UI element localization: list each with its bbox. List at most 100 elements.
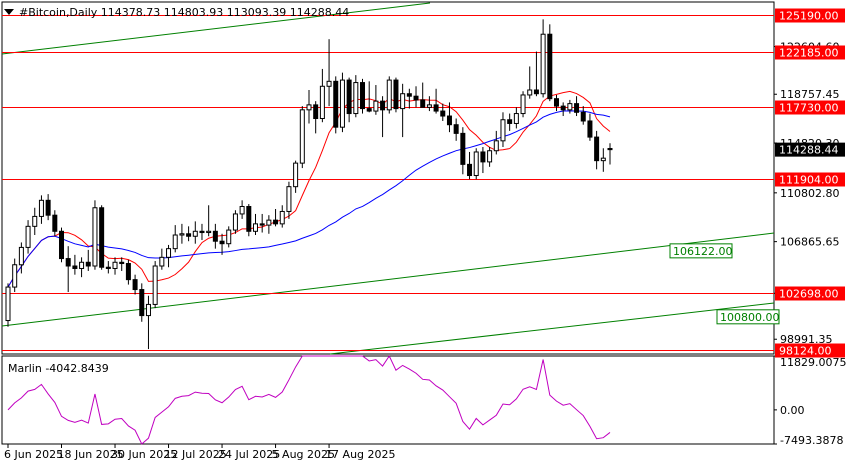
candle-body-75 bbox=[507, 119, 513, 124]
candle-34 bbox=[232, 210, 238, 234]
candle-body-80 bbox=[540, 33, 546, 95]
candle-body-39 bbox=[266, 219, 272, 226]
candle-body-20 bbox=[139, 289, 145, 317]
candle-body-12 bbox=[85, 261, 91, 267]
candle-body-90 bbox=[607, 148, 613, 151]
candle-body-7 bbox=[52, 214, 58, 232]
candle-body-57 bbox=[386, 79, 392, 111]
candle-body-53 bbox=[360, 82, 366, 110]
candle-body-77 bbox=[520, 94, 526, 115]
candle-body-62 bbox=[420, 99, 426, 108]
symbol-info: #Bitcoin,Daily 114378.73 114803.93 11309… bbox=[19, 6, 349, 19]
time-tick-label-6: 17 Aug 2025 bbox=[325, 448, 395, 461]
candle-81 bbox=[547, 24, 553, 102]
candle-body-81 bbox=[547, 33, 553, 100]
candle-body-5 bbox=[38, 199, 44, 217]
candle-body-26 bbox=[179, 233, 185, 236]
candle-body-29 bbox=[199, 230, 205, 234]
candle-49 bbox=[333, 76, 339, 134]
candle-body-16 bbox=[112, 261, 118, 269]
candle-body-43 bbox=[293, 162, 299, 188]
candle-body-33 bbox=[226, 229, 232, 245]
candle-body-54 bbox=[366, 108, 372, 112]
candle-body-65 bbox=[440, 110, 446, 117]
price-tick-label-1: 118757.45 bbox=[780, 88, 840, 101]
candle-body-52 bbox=[353, 82, 359, 115]
candle-body-17 bbox=[119, 261, 125, 265]
candle-body-24 bbox=[166, 248, 172, 258]
candle-body-48 bbox=[326, 80, 332, 87]
level-label-3: 111904.00 bbox=[779, 174, 839, 187]
candle-20 bbox=[139, 283, 145, 322]
candle-body-71 bbox=[480, 151, 486, 163]
candle-body-41 bbox=[279, 210, 285, 225]
price-tick-label-4: 106865.65 bbox=[780, 236, 840, 249]
candle-body-55 bbox=[373, 100, 379, 112]
candle-body-1 bbox=[12, 264, 18, 288]
chart-canvas: 11829.00750.00-7493.3878 122604.60118757… bbox=[0, 0, 852, 464]
candle-body-10 bbox=[72, 265, 78, 269]
level-label-4: 102698.00 bbox=[779, 288, 839, 301]
candle-body-22 bbox=[152, 265, 158, 305]
level-label-2: 117730.00 bbox=[779, 102, 839, 115]
price-tick-label-3: 110802.80 bbox=[780, 187, 840, 200]
candle-body-69 bbox=[467, 163, 473, 177]
channel-label-0: 106122.00 bbox=[673, 245, 733, 258]
candle-body-60 bbox=[406, 93, 412, 97]
candle-14 bbox=[99, 205, 105, 270]
level-label-0: 125190.00 bbox=[779, 10, 839, 23]
candle-body-79 bbox=[533, 89, 539, 95]
channel-label-1: 100800.00 bbox=[720, 311, 780, 324]
candle-body-72 bbox=[487, 150, 493, 163]
candle-body-82 bbox=[553, 98, 559, 107]
osc-tick-label-0: 11829.0075 bbox=[780, 356, 846, 369]
candle-body-36 bbox=[246, 206, 252, 232]
candle-body-68 bbox=[460, 132, 466, 165]
candle-body-0 bbox=[5, 286, 11, 322]
candle-body-11 bbox=[79, 261, 85, 269]
candle-8 bbox=[59, 227, 65, 263]
candle-body-67 bbox=[453, 124, 459, 134]
candle-body-34 bbox=[232, 213, 238, 231]
candle-50 bbox=[339, 72, 345, 133]
candle-body-87 bbox=[587, 120, 593, 138]
candle-body-21 bbox=[145, 303, 151, 317]
candle-body-61 bbox=[413, 95, 419, 101]
candle-77 bbox=[520, 91, 526, 118]
candle-body-32 bbox=[219, 240, 225, 245]
candle-body-3 bbox=[25, 225, 31, 248]
candle-body-74 bbox=[500, 119, 506, 142]
candle-body-27 bbox=[186, 233, 192, 237]
candle-body-37 bbox=[252, 223, 258, 232]
candle-body-2 bbox=[18, 246, 24, 266]
candle-body-25 bbox=[172, 234, 178, 250]
candle-body-64 bbox=[433, 104, 439, 112]
candle-body-42 bbox=[286, 186, 292, 212]
candle-body-23 bbox=[159, 256, 165, 267]
candle-body-89 bbox=[600, 157, 606, 162]
candle-body-56 bbox=[380, 100, 386, 111]
candle-body-58 bbox=[393, 79, 399, 110]
osc-tick-label-2: -7493.3878 bbox=[780, 434, 843, 447]
candle-body-50 bbox=[339, 79, 345, 128]
candle-body-19 bbox=[132, 279, 138, 291]
candle-body-30 bbox=[206, 230, 212, 234]
candle-13 bbox=[92, 200, 98, 270]
candle-body-35 bbox=[239, 206, 245, 215]
candle-body-14 bbox=[99, 207, 105, 268]
candle-57 bbox=[386, 76, 392, 114]
candle-body-51 bbox=[346, 79, 352, 115]
candle-body-6 bbox=[45, 199, 51, 216]
candle-body-84 bbox=[567, 103, 573, 111]
candle-body-13 bbox=[92, 207, 98, 267]
candle-53 bbox=[360, 78, 366, 114]
candle-body-46 bbox=[313, 104, 319, 120]
level-label-5: 98124.00 bbox=[779, 345, 832, 358]
candle-body-70 bbox=[473, 151, 479, 177]
candle-body-45 bbox=[306, 104, 312, 111]
candle-body-4 bbox=[32, 215, 38, 227]
chart-root: 11829.00750.00-7493.3878 122604.60118757… bbox=[0, 0, 852, 464]
candle-body-47 bbox=[319, 85, 325, 120]
candle-body-8 bbox=[59, 230, 65, 260]
candle-44 bbox=[299, 106, 305, 169]
